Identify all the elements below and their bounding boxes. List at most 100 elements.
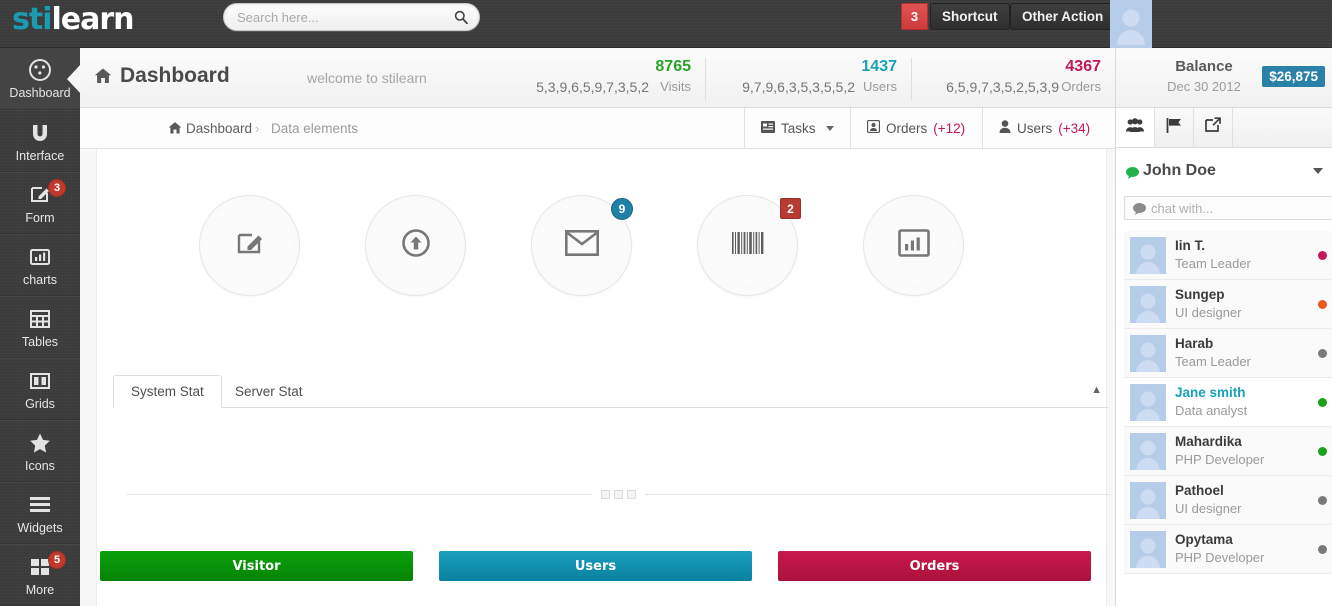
- avatar: [1130, 531, 1166, 568]
- contact-name: Jane smith: [1175, 385, 1246, 400]
- breadcrumb-root[interactable]: Dashboard: [186, 121, 252, 136]
- chat-input-box[interactable]: [1124, 196, 1332, 220]
- circle-action-messages[interactable]: 9: [531, 195, 633, 296]
- status-dot: [1318, 447, 1327, 456]
- carousel-dot[interactable]: [627, 489, 636, 499]
- notification-badge[interactable]: 3: [901, 3, 928, 30]
- other-action-button[interactable]: Other Action: [1010, 3, 1116, 30]
- contact-name: Opytama: [1175, 532, 1233, 547]
- sidebar-badge-more: 5: [48, 551, 66, 569]
- sidebar-item-grids[interactable]: Grids: [0, 358, 80, 420]
- contact-item[interactable]: Opytama PHP Developer: [1124, 525, 1332, 574]
- sparkline-users: 9,7,9,6,3,5,3,5,5,2: [742, 79, 855, 95]
- stat-orders[interactable]: 6,5,9,7,3,5,2,5,3,9 4367 Orders: [911, 58, 1115, 100]
- circle-action-barcode[interactable]: 2: [697, 195, 801, 296]
- sidebar-item-widgets[interactable]: Widgets: [0, 482, 80, 544]
- tasks-button[interactable]: Tasks: [744, 108, 850, 148]
- sidebar-item-icons[interactable]: Icons: [0, 420, 80, 482]
- logo-part-1: sti: [12, 2, 52, 37]
- circle-action-edit[interactable]: [199, 195, 300, 296]
- stat-number-visits: 8765: [655, 58, 691, 75]
- sidebar-item-form[interactable]: Form 3: [0, 172, 80, 234]
- balance-date: Dec 30 2012: [1167, 79, 1241, 94]
- chat-bubble-icon: [1133, 202, 1146, 220]
- edit-square-icon: [234, 227, 266, 264]
- sidebar-item-label: Interface: [15, 148, 65, 163]
- contact-item[interactable]: Iin T. Team Leader: [1124, 231, 1332, 280]
- contact-item[interactable]: Mahardika PHP Developer: [1124, 427, 1332, 476]
- sidebar-item-label: Widgets: [17, 520, 63, 535]
- circle-badge-barcode: 2: [780, 198, 801, 219]
- contacts-list: Iin T. Team Leader Sungep UI designer Ha…: [1124, 231, 1332, 574]
- contact-item[interactable]: Harab Team Leader: [1124, 329, 1332, 378]
- search-input[interactable]: [237, 4, 452, 30]
- sidebar-item-label: charts: [22, 272, 58, 287]
- contact-name: Harab: [1175, 336, 1214, 351]
- orders-count: (+12): [933, 120, 966, 136]
- users-count: (+34): [1058, 120, 1091, 136]
- tab-system-stat[interactable]: System Stat: [113, 375, 222, 408]
- sidebar-item-tables[interactable]: Tables: [0, 296, 80, 358]
- shortcut-button[interactable]: Shortcut: [930, 3, 1010, 30]
- stat-users[interactable]: 9,7,9,6,3,5,3,5,5,2 1437 Users: [705, 58, 911, 100]
- sparkline-orders: 6,5,9,7,3,5,2,5,3,9: [946, 79, 1059, 95]
- right-panel-icon-tabs: [1116, 108, 1332, 148]
- users-button[interactable]: Users: [439, 551, 752, 581]
- chat-header: John Doe: [1116, 148, 1332, 195]
- search-box[interactable]: [223, 3, 480, 31]
- content-area: 9 2 System Stat Server Stat ▲ Visitor Us…: [80, 149, 1115, 606]
- avatar: [1130, 384, 1166, 421]
- stat-buttons-row: Visitor Users Orders: [100, 551, 1105, 581]
- sidebar-item-more[interactable]: More 5: [0, 544, 80, 606]
- contact-item[interactable]: Pathoel UI designer: [1124, 476, 1332, 525]
- contact-item[interactable]: Sungep UI designer: [1124, 280, 1332, 329]
- contact-role: Data analyst: [1175, 403, 1248, 418]
- app-logo[interactable]: stilearn: [12, 2, 135, 37]
- carousel-dots: [592, 489, 645, 499]
- envelope-icon: [564, 229, 599, 261]
- tab-external-link[interactable]: [1194, 108, 1233, 147]
- user-avatar[interactable]: [1110, 0, 1152, 48]
- orders-button[interactable]: Orders: [778, 551, 1091, 581]
- collapse-caret-icon[interactable]: ▲: [1091, 384, 1102, 396]
- quick-action-circles: 9 2: [113, 195, 1124, 305]
- sidebar-item-label: Form: [25, 210, 55, 225]
- contact-item[interactable]: Jane smith Data analyst: [1124, 378, 1332, 427]
- visitor-button[interactable]: Visitor: [100, 551, 413, 581]
- sidebar-item-label: Tables: [21, 334, 59, 349]
- orders-button[interactable]: Orders (+12): [850, 108, 982, 148]
- app-root: stilearn 3 Shortcut Other Action Dashboa…: [0, 0, 1332, 606]
- sidebar-item-interface[interactable]: Interface: [0, 110, 80, 172]
- sidebar-item-dashboard[interactable]: Dashboard: [0, 48, 81, 110]
- chevron-down-icon[interactable]: [1313, 168, 1323, 174]
- tab-flag[interactable]: [1155, 108, 1194, 147]
- search-icon[interactable]: [454, 10, 468, 25]
- external-link-icon: [1205, 117, 1221, 138]
- users-button[interactable]: Users (+34): [982, 108, 1107, 148]
- users-label: Users: [1017, 120, 1053, 136]
- carousel-dot[interactable]: [601, 489, 610, 499]
- circle-action-upload[interactable]: [365, 195, 466, 296]
- contact-name: Mahardika: [1175, 434, 1242, 449]
- sidebar-item-charts[interactable]: charts: [0, 234, 80, 296]
- sparkline-visits: 5,3,9,6,5,9,7,3,5,2: [536, 79, 649, 95]
- contact-role: UI designer: [1175, 501, 1242, 516]
- balance-amount[interactable]: $26,875: [1262, 66, 1325, 87]
- chat-bubble-icon: [1126, 166, 1139, 184]
- circle-action-chart[interactable]: [863, 195, 964, 296]
- tab-server-stat[interactable]: Server Stat: [217, 375, 321, 408]
- stat-label-visits: Visits: [660, 79, 691, 94]
- stat-visits[interactable]: 5,3,9,6,5,9,7,3,5,2 8765 Visits: [501, 58, 705, 100]
- contact-role: PHP Developer: [1175, 550, 1265, 565]
- chat-input[interactable]: [1151, 197, 1331, 219]
- sidebar-item-label: Grids: [25, 396, 55, 411]
- stat-label-users: Users: [863, 79, 897, 94]
- orders-icon: [866, 119, 881, 136]
- stat-number-orders: 4367: [1065, 58, 1101, 75]
- top-bar: stilearn 3 Shortcut Other Action: [0, 0, 1332, 48]
- barcode-icon: [731, 230, 765, 261]
- avatar: [1130, 433, 1166, 470]
- carousel-dot[interactable]: [614, 489, 623, 499]
- tab-users-group[interactable]: [1116, 108, 1155, 147]
- breadcrumb-separator: ›: [255, 121, 260, 136]
